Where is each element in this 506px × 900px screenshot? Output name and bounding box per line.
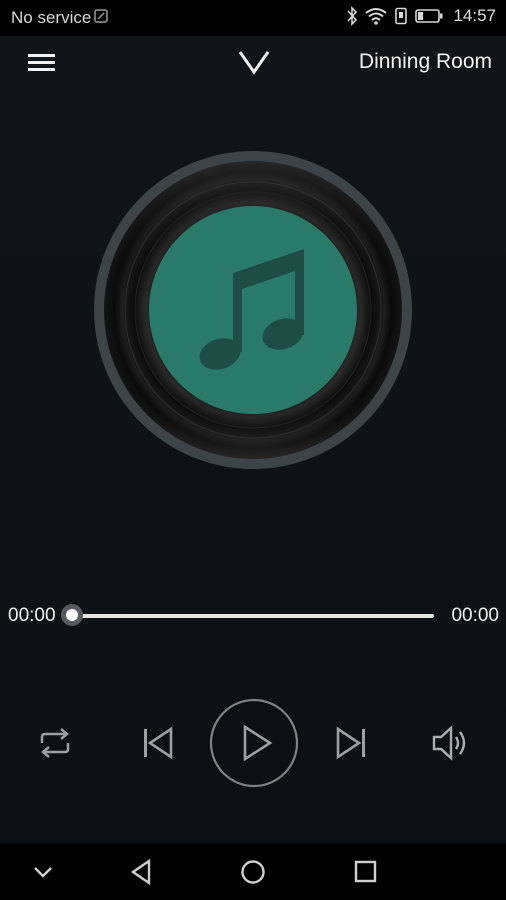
- progress-thumb[interactable]: [61, 604, 83, 626]
- music-player-screen: No service 14:57 Dinning Room 00:00 00:0…: [0, 0, 506, 900]
- status-left: No service: [11, 8, 109, 28]
- hamburger-menu-icon[interactable]: [22, 48, 62, 78]
- bluetooth-icon: [346, 6, 358, 26]
- album-art-disc: [93, 150, 413, 470]
- status-clock: 14:57: [453, 6, 496, 25]
- recents-icon[interactable]: [348, 856, 382, 888]
- play-button[interactable]: [209, 698, 299, 788]
- hide-nav-icon[interactable]: [26, 856, 60, 888]
- skip-previous-icon[interactable]: [140, 724, 176, 762]
- sim-icon: [94, 8, 109, 28]
- room-name[interactable]: Dinning Room: [359, 50, 492, 74]
- progress-bar[interactable]: [72, 614, 434, 618]
- total-time: 00:00: [451, 605, 499, 626]
- status-bar: No service 14:57: [0, 0, 506, 36]
- status-right: 14:57: [346, 6, 496, 26]
- repeat-icon[interactable]: [36, 725, 74, 761]
- wifi-icon: [365, 7, 388, 25]
- skip-next-icon[interactable]: [333, 724, 369, 762]
- elapsed-time: 00:00: [8, 605, 56, 626]
- chevron-down-icon[interactable]: [232, 46, 276, 80]
- back-icon[interactable]: [124, 856, 158, 888]
- home-icon[interactable]: [236, 856, 270, 888]
- battery-icon: [415, 8, 443, 24]
- album-label: [149, 206, 357, 414]
- carrier-text: No service: [11, 8, 92, 27]
- vibrate-icon: [394, 7, 408, 25]
- volume-icon[interactable]: [430, 723, 472, 763]
- app-header: Dinning Room: [0, 36, 506, 92]
- play-icon: [243, 724, 273, 762]
- system-nav-bar: [0, 843, 506, 900]
